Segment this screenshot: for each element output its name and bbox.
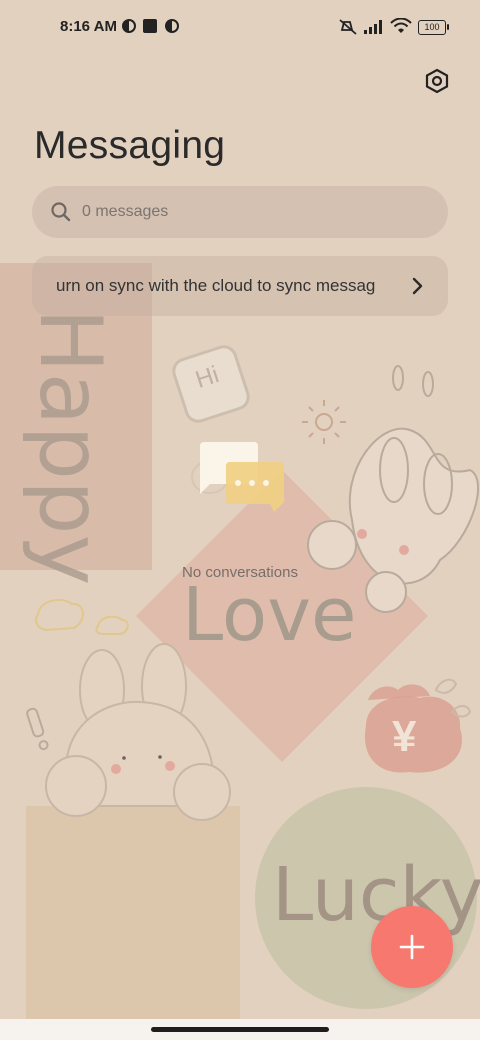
plus-icon <box>399 934 425 960</box>
home-gesture-handle[interactable] <box>151 1027 329 1032</box>
battery-icon: 100 <box>418 20 446 35</box>
sync-banner-text: urn on sync with the cloud to sync messa… <box>56 276 376 295</box>
status-time: 8:16 AM <box>60 18 117 35</box>
settings-hexagon-icon <box>425 68 449 94</box>
new-conversation-button[interactable] <box>371 906 453 988</box>
wallpaper-love-text: Love <box>182 572 357 658</box>
signal-icon <box>364 20 382 34</box>
search-input[interactable]: 0 messages <box>82 203 168 221</box>
battery-level: 100 <box>424 22 440 32</box>
wallpaper-hi-text: Hi <box>192 361 223 394</box>
square-notification-icon <box>143 19 157 33</box>
chevron-right-icon <box>412 277 423 295</box>
silent-mode-icon <box>339 19 357 35</box>
navigation-bar <box>0 1019 480 1040</box>
settings-button[interactable] <box>420 64 454 98</box>
status-bar: 8:16 AM 100 <box>0 0 480 56</box>
wallpaper-happy-text: Happy <box>20 308 120 586</box>
empty-state-text: No conversations <box>182 564 298 581</box>
app-notification-icon-2 <box>165 19 179 33</box>
battery-tip <box>447 24 449 30</box>
sync-banner[interactable]: urn on sync with the cloud to sync messa… <box>32 256 448 316</box>
search-icon <box>51 202 71 222</box>
page-title: Messaging <box>34 124 226 167</box>
chat-bubbles-icon <box>200 442 284 512</box>
app-notification-icon <box>122 19 136 33</box>
search-bar[interactable]: 0 messages <box>32 186 448 238</box>
wallpaper-yen-text: ¥ <box>392 712 417 761</box>
wifi-icon <box>390 18 412 33</box>
